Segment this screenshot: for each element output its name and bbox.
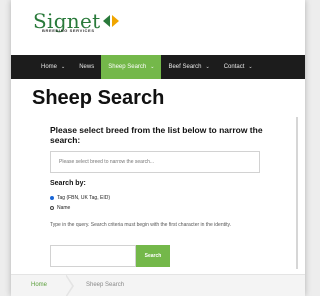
nav-item-contact[interactable]: Contact ⌄ <box>217 55 260 79</box>
breed-select-input[interactable] <box>50 151 260 173</box>
radio-tag[interactable]: Tag (FBN, UK Tag, EID) <box>50 195 110 201</box>
scrollbar[interactable] <box>296 117 298 269</box>
nav-item-label: Beef Search <box>168 64 202 70</box>
search-button[interactable]: Search <box>136 245 170 267</box>
chevron-down-icon: ⌄ <box>205 64 210 70</box>
breadcrumb: Home Sheep Search <box>11 274 305 296</box>
nav-item-label: News <box>79 64 95 70</box>
browser-page: Signet BREEDING SERVICES Home ⌄ News She… <box>11 0 305 296</box>
nav-item-beef-search[interactable]: Beef Search ⌄ <box>161 55 216 79</box>
chevron-down-icon: ⌄ <box>150 64 155 70</box>
radio-selected-icon[interactable] <box>50 196 54 200</box>
main-nav: Home ⌄ News Sheep Search ⌄ Beef Search ⌄… <box>11 55 305 79</box>
radio-label-name: Name <box>57 205 71 211</box>
nav-item-label: Home <box>41 64 58 70</box>
logo-subtitle: BREEDING SERVICES <box>42 28 95 33</box>
nav-item-sheep-search[interactable]: Sheep Search ⌄ <box>101 55 162 79</box>
query-hint: Type in the query. Search criteria must … <box>50 222 232 228</box>
chevron-down-icon: ⌄ <box>248 64 253 70</box>
nav-item-label: Contact <box>223 64 245 70</box>
radio-unselected-icon[interactable] <box>50 206 54 210</box>
radio-name[interactable]: Name <box>50 205 70 211</box>
query-input[interactable] <box>50 245 136 267</box>
breed-select-label: Please select breed from the list below … <box>50 125 263 145</box>
nav-item-label: Sheep Search <box>108 64 147 70</box>
nav-item-home[interactable]: Home ⌄ <box>11 55 72 79</box>
page-title: Sheep Search <box>32 87 165 109</box>
breadcrumb-current: Sheep Search <box>86 282 125 288</box>
breadcrumb-separator-icon <box>65 274 74 296</box>
header: Signet BREEDING SERVICES <box>11 0 305 50</box>
chevron-down-icon: ⌄ <box>61 64 66 70</box>
logo-chevrons-icon <box>103 13 120 29</box>
breadcrumb-home-link[interactable]: Home <box>31 282 47 288</box>
nav-item-news[interactable]: News <box>72 55 101 79</box>
radio-label-tag: Tag (FBN, UK Tag, EID) <box>57 195 110 201</box>
search-by-label: Search by: <box>50 180 86 187</box>
